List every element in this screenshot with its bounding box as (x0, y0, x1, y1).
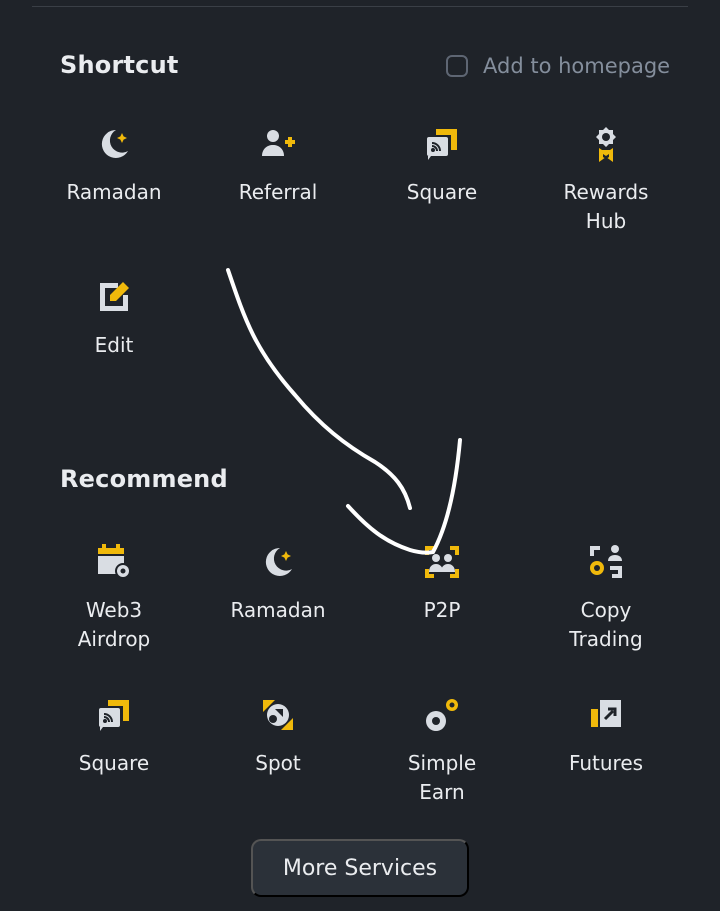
p2p-people-icon (422, 542, 462, 582)
recommend-section-title: Recommend (60, 465, 228, 493)
recommend-item-label: Simple Earn (407, 751, 477, 804)
shortcut-item-label: Ramadan (66, 180, 162, 204)
recommend-item-spot[interactable]: Spot (203, 695, 353, 778)
recommend-item-p2p[interactable]: P2P (367, 542, 517, 625)
recommend-item-label: P2P (423, 598, 461, 622)
recommend-item-simple-earn[interactable]: Simple Earn (367, 695, 517, 807)
square-cast-icon (422, 124, 462, 164)
calendar-airdrop-icon (94, 542, 134, 582)
recommend-item-web3-airdrop[interactable]: Web3 Airdrop (39, 542, 189, 654)
shortcut-item-edit[interactable]: Edit (39, 277, 189, 360)
recommend-item-square[interactable]: Square (39, 695, 189, 778)
shortcut-item-label: Square (406, 180, 478, 204)
shortcut-section-title: Shortcut (60, 51, 179, 79)
simple-earn-icon (422, 695, 462, 735)
recommend-item-label: Copy Trading (569, 598, 643, 651)
reward-badge-icon (586, 124, 626, 164)
recommend-item-copy-trading[interactable]: Copy Trading (531, 542, 681, 654)
shortcut-item-label: Referral (238, 180, 318, 204)
recommend-item-label: Futures (568, 751, 644, 775)
shortcut-item-label: Edit (94, 333, 134, 357)
shortcut-item-square[interactable]: Square (367, 124, 517, 207)
recommend-item-label: Spot (255, 751, 301, 775)
crescent-moon-star-icon (94, 124, 134, 164)
shortcut-item-rewards-hub[interactable]: Rewards Hub (531, 124, 681, 236)
recommend-item-label: Web3 Airdrop (77, 598, 151, 651)
recommend-item-ramadan[interactable]: Ramadan (203, 542, 353, 625)
copy-trading-icon (586, 542, 626, 582)
shortcut-item-label: Rewards Hub (563, 180, 649, 233)
square-cast-icon (94, 695, 134, 735)
top-divider (32, 6, 688, 7)
recommend-item-label: Ramadan (230, 598, 326, 622)
edit-icon (94, 277, 134, 317)
shortcut-item-ramadan[interactable]: Ramadan (39, 124, 189, 207)
shortcut-item-referral[interactable]: Referral (203, 124, 353, 207)
crescent-moon-star-icon (258, 542, 298, 582)
futures-icon (586, 695, 626, 735)
spot-icon (258, 695, 298, 735)
add-person-icon (258, 124, 298, 164)
recommend-item-label: Square (78, 751, 150, 775)
recommend-item-futures[interactable]: Futures (531, 695, 681, 778)
add-to-homepage-toggle[interactable]: Add to homepage (446, 52, 670, 80)
add-to-homepage-label: Add to homepage (483, 54, 671, 78)
more-services-button[interactable]: More Services (251, 839, 469, 897)
add-to-homepage-checkbox[interactable] (446, 55, 468, 77)
